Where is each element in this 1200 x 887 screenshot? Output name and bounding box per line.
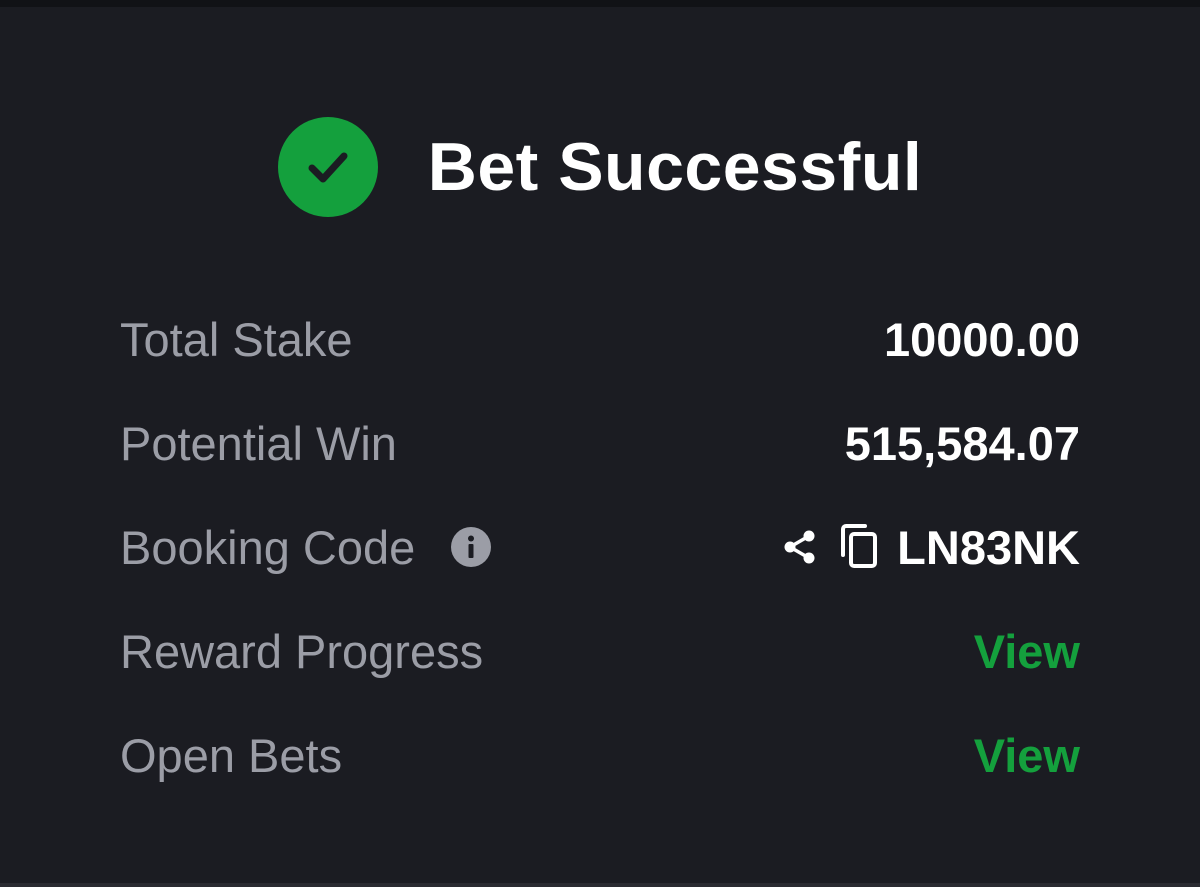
potential-win-row: Potential Win 515,584.07 bbox=[120, 391, 1080, 495]
potential-win-label: Potential Win bbox=[120, 416, 397, 470]
booking-code-label: Booking Code bbox=[120, 520, 416, 574]
top-divider bbox=[0, 0, 1200, 7]
potential-win-value: 515,584.07 bbox=[844, 416, 1080, 470]
booking-code-value[interactable]: LN83NK bbox=[897, 520, 1080, 575]
success-header: Bet Successful bbox=[0, 117, 1200, 217]
total-stake-row: Total Stake 10000.00 bbox=[120, 287, 1080, 391]
bet-success-panel: Bet Successful Total Stake 10000.00 Pote… bbox=[0, 7, 1200, 883]
booking-code-row: Booking Code LN83NK bbox=[120, 495, 1080, 599]
booking-code-label-group: Booking Code bbox=[120, 520, 492, 575]
info-icon[interactable] bbox=[451, 527, 492, 567]
bottom-divider bbox=[0, 883, 1200, 887]
reward-progress-view-link[interactable]: View bbox=[974, 624, 1080, 679]
total-stake-label: Total Stake bbox=[120, 312, 353, 366]
open-bets-view-link[interactable]: View bbox=[974, 728, 1080, 783]
booking-code-value-group: LN83NK bbox=[779, 520, 1080, 575]
share-icon[interactable] bbox=[779, 526, 821, 568]
reward-progress-row: Reward Progress View bbox=[120, 599, 1080, 703]
open-bets-label: Open Bets bbox=[120, 728, 343, 782]
open-bets-row: Open Bets View bbox=[120, 703, 1080, 807]
reward-progress-label: Reward Progress bbox=[120, 624, 484, 678]
bet-summary-list: Total Stake 10000.00 Potential Win 515,5… bbox=[120, 287, 1080, 807]
copy-icon[interactable] bbox=[839, 523, 881, 571]
page-title: Bet Successful bbox=[427, 129, 923, 205]
check-circle-icon bbox=[277, 117, 378, 217]
total-stake-value: 10000.00 bbox=[883, 312, 1080, 366]
